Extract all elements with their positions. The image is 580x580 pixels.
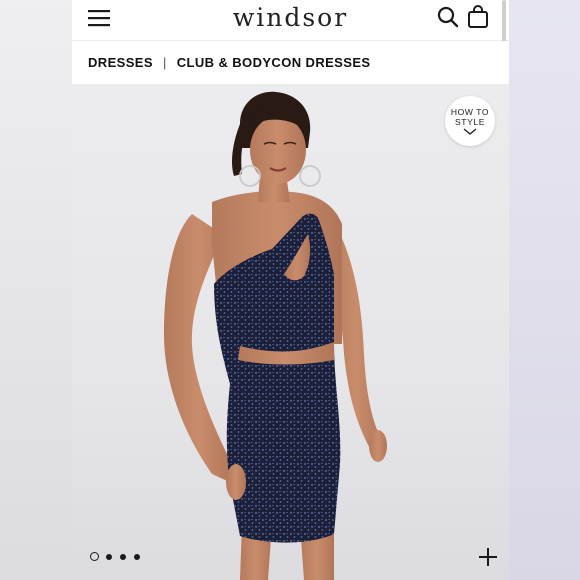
chevron-down-icon [463, 128, 477, 135]
carousel-dot-1[interactable] [90, 552, 99, 561]
breadcrumb-separator: | [162, 55, 167, 70]
breadcrumb-link-dresses[interactable]: DRESSES [88, 55, 153, 70]
breadcrumb-bar: DRESSES | CLUB & BODYCON DRESSES [72, 41, 509, 83]
product-image-gallery[interactable]: HOW TO STYLE [72, 84, 509, 580]
how-to-style-button[interactable]: HOW TO STYLE [445, 96, 495, 146]
background-right-margin [508, 0, 580, 580]
shopping-bag-button[interactable] [466, 4, 490, 30]
plus-icon [479, 548, 497, 566]
shopping-bag-icon [468, 5, 488, 28]
background-left-margin [0, 0, 72, 580]
carousel-dot-2[interactable] [106, 554, 112, 560]
search-button[interactable] [436, 5, 460, 29]
site-header: WINDSOR [72, 0, 509, 66]
carousel-dot-4[interactable] [134, 554, 140, 560]
search-icon [437, 6, 459, 28]
product-photo [164, 91, 387, 580]
carousel-dot-3[interactable] [120, 554, 126, 560]
zoom-button[interactable] [477, 546, 499, 568]
mobile-page: WINDSOR DRESSES | CLUB & BODYCON DRESSES [72, 0, 509, 580]
breadcrumb: DRESSES | CLUB & BODYCON DRESSES [88, 55, 370, 70]
how-to-style-line1: HOW TO [450, 107, 490, 117]
how-to-style-line2: STYLE [455, 117, 485, 127]
breadcrumb-link-club-bodycon[interactable]: CLUB & BODYCON DRESSES [177, 55, 371, 70]
